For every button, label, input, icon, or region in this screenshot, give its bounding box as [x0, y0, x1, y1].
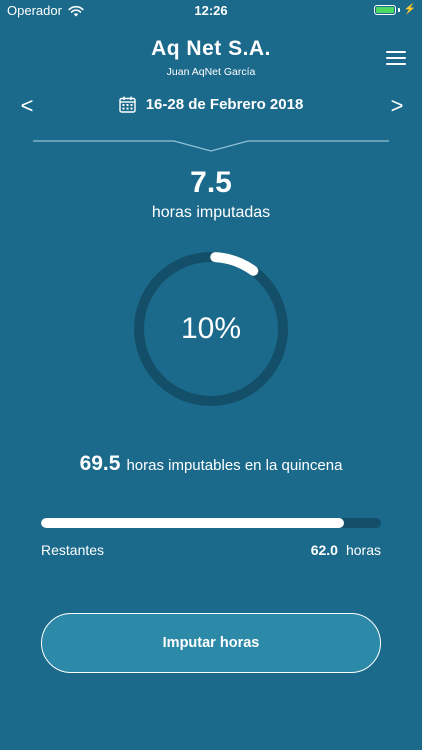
user-name: Juan AqNet García	[166, 66, 256, 78]
next-period-button[interactable]: >	[386, 93, 408, 119]
battery-body	[373, 4, 396, 15]
battery-fill	[375, 6, 394, 13]
menu-line	[386, 51, 406, 53]
charging-bolt-icon: ⚡	[403, 4, 416, 15]
period-range: 16-28 de Febrero 2018	[145, 96, 304, 113]
remaining-value-group: 62.0 horas	[311, 542, 381, 558]
company-title: Aq Net S.A.	[151, 37, 271, 60]
imputar-horas-button[interactable]: Imputar horas	[41, 613, 381, 673]
quincena-hours-value: 69.5	[79, 452, 121, 475]
menu-line	[386, 57, 406, 59]
calendar-icon	[119, 96, 136, 113]
status-time: 12:26	[194, 3, 228, 18]
quincena-hours-label: horas imputables en la quincena	[126, 457, 343, 474]
period-selector[interactable]: 16-28 de Febrero 2018	[0, 96, 422, 113]
battery-icon: ⚡	[373, 4, 416, 15]
remaining-label: Restantes	[41, 542, 105, 558]
hamburger-menu-icon[interactable]	[386, 51, 406, 67]
status-bar: Operador 12:26 ⚡	[0, 0, 422, 22]
imputed-hours-value: 7.5	[190, 166, 232, 199]
remaining-hours-unit: horas	[345, 542, 381, 558]
menu-line	[386, 63, 406, 65]
remaining-progress-bar	[41, 518, 381, 528]
progress-percent: 10%	[180, 312, 242, 345]
battery-tip	[397, 7, 400, 12]
quincena-summary: 69.5 horas imputables en la quincena	[0, 452, 422, 476]
header-divider	[33, 140, 389, 152]
remaining-hours-value: 62.0	[310, 542, 338, 558]
remaining-progress-fill	[41, 518, 344, 528]
imputed-hours-label: horas imputadas	[151, 204, 271, 221]
